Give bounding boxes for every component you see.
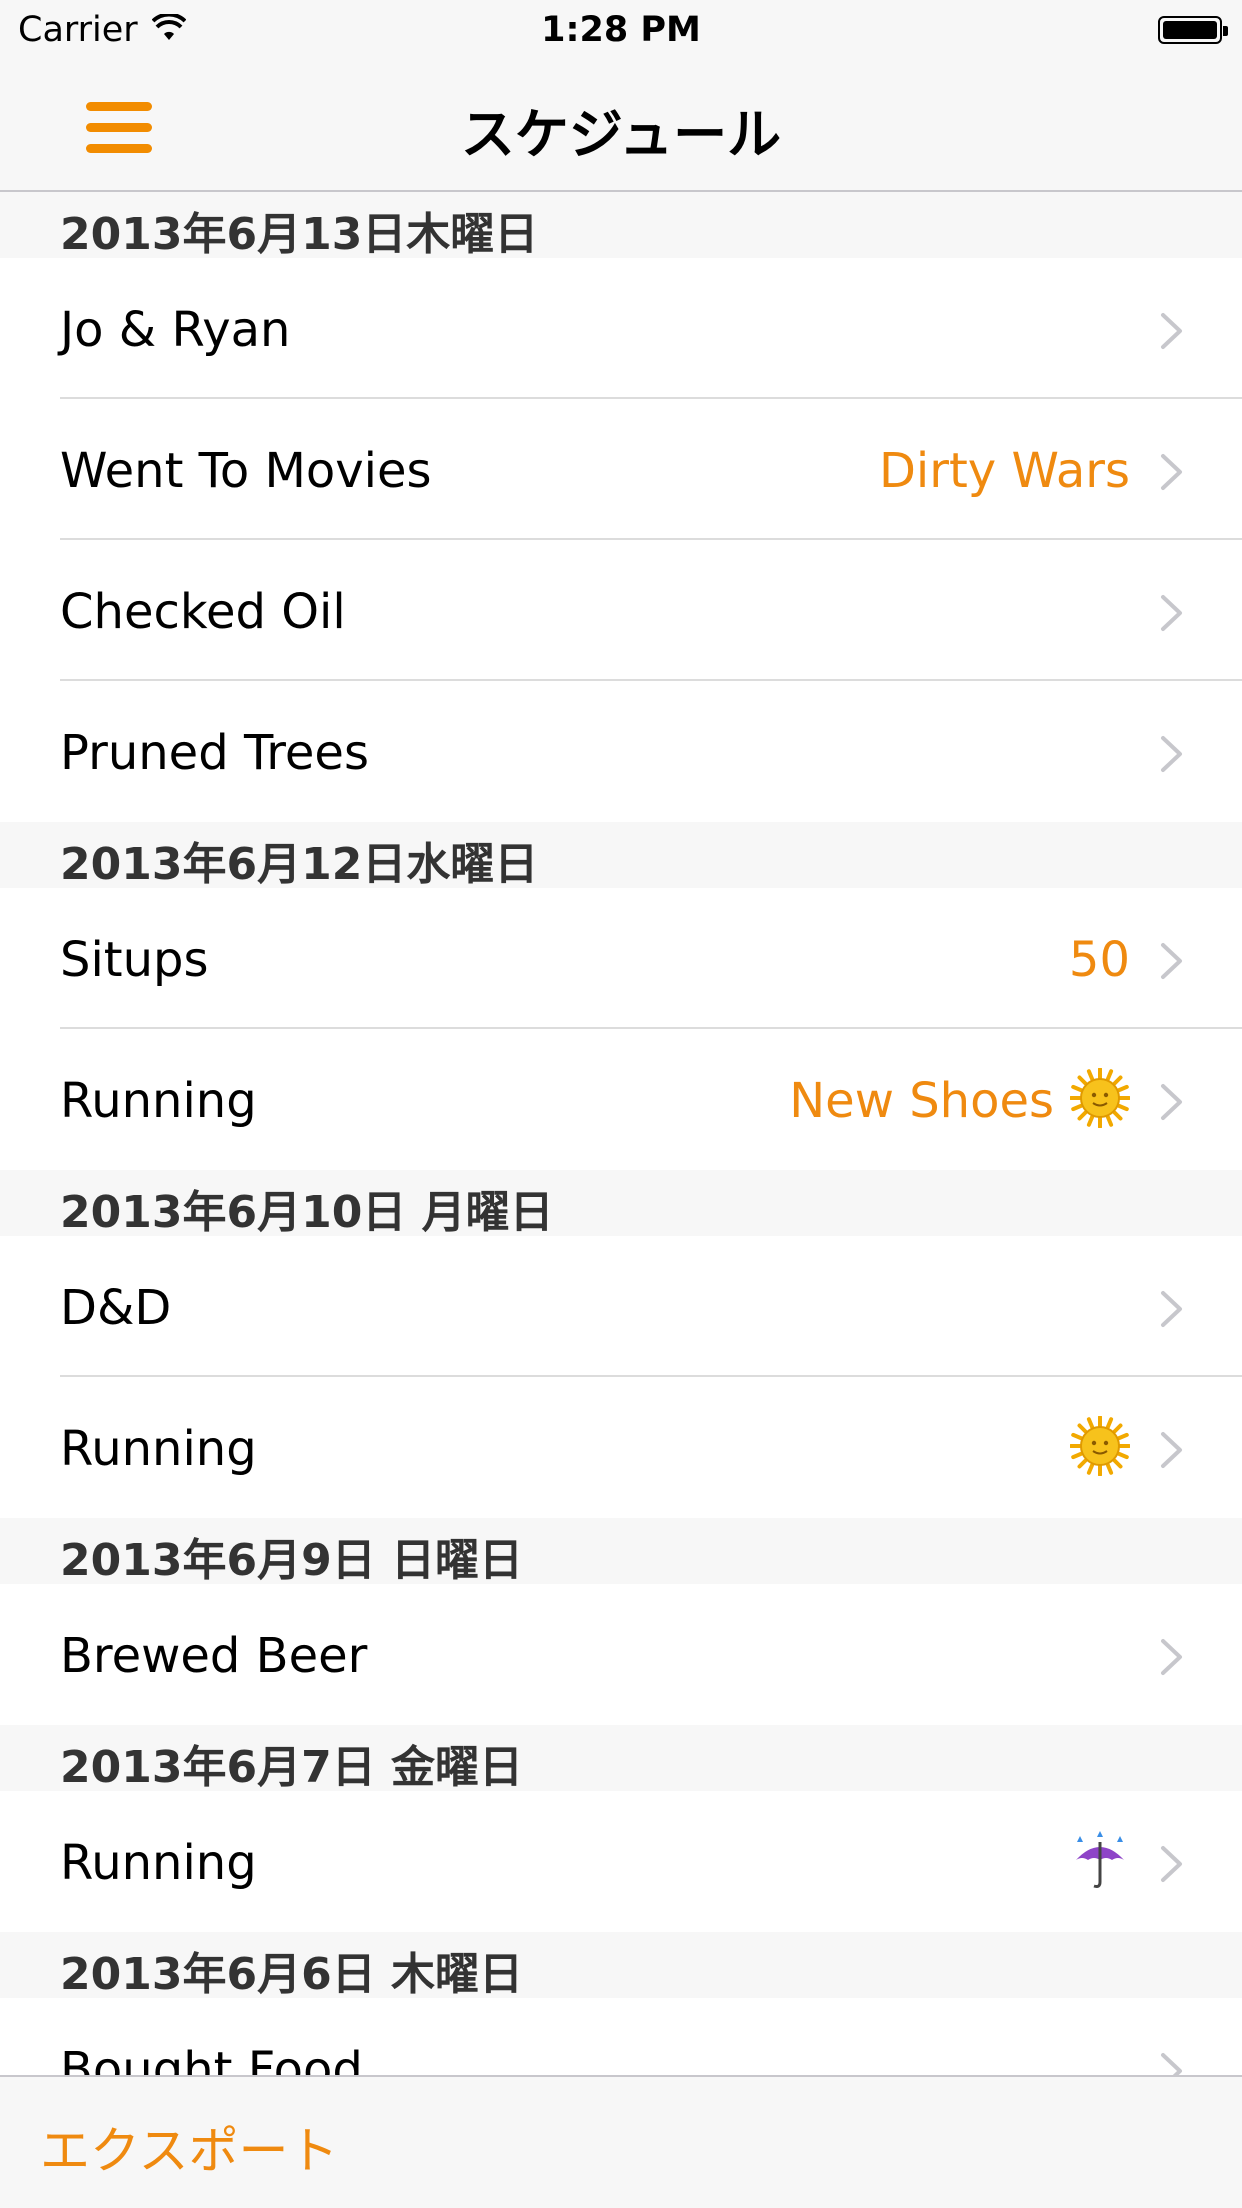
list-item[interactable]: Brewed Beer [0, 1584, 1242, 1725]
status-bar: Carrier 1:28 PM [0, 0, 1242, 64]
section-header: 2013年6月10日 月曜日 [0, 1170, 1242, 1238]
battery-icon [1158, 16, 1228, 44]
list-item[interactable]: Went To Movies Dirty Wars [0, 399, 1242, 540]
list-item[interactable]: Checked Oil [0, 540, 1242, 681]
section-header: 2013年6月9日 日曜日 [0, 1518, 1242, 1586]
item-title: Pruned Trees [60, 725, 369, 781]
chevron-right-icon [1161, 2053, 1182, 2075]
item-title: D&D [60, 1280, 172, 1336]
list-item[interactable]: D&D [0, 1236, 1242, 1377]
item-title: Running [60, 1421, 257, 1477]
export-button[interactable]: エクスポート [40, 2111, 339, 2183]
list-item[interactable]: Pruned Trees [0, 681, 1242, 822]
chevron-right-icon [1161, 1639, 1182, 1675]
sun-face-icon [1070, 1068, 1130, 1128]
bottom-toolbar: エクスポート [0, 2075, 1242, 2208]
schedule-list[interactable]: 2013年6月13日木曜日 Jo & Ryan Went To Movies Dirt… [0, 192, 1242, 2075]
item-title: Brewed Beer [60, 1628, 368, 1684]
section-header: 2013年6月7日 金曜日 [0, 1725, 1242, 1793]
list-item[interactable]: Running [0, 1377, 1242, 1518]
item-title: Jo & Ryan [60, 302, 291, 358]
section-header: 2013年6月6日 木曜日 [0, 1932, 1242, 2000]
section-date: 2013年6月12日水曜日 [60, 839, 539, 890]
section-date: 2013年6月7日 金曜日 [60, 1742, 524, 1793]
list-item[interactable]: Bought Food [0, 1998, 1242, 2075]
item-title: Checked Oil [60, 584, 346, 640]
section-header: 2013年6月13日木曜日 [0, 192, 1242, 260]
chevron-right-icon [1161, 1846, 1182, 1882]
umbrella-rain-icon [1076, 1831, 1124, 1888]
page-title: スケジュール [460, 103, 782, 166]
chevron-right-icon [1161, 1432, 1182, 1468]
item-title: Running [60, 1073, 257, 1129]
list-item[interactable]: Jo & Ryan [0, 258, 1242, 399]
chevron-right-icon [1161, 313, 1182, 349]
chevron-right-icon [1161, 736, 1182, 772]
section-date: 2013年6月9日 日曜日 [60, 1535, 524, 1586]
item-title: Situps [60, 932, 209, 988]
item-detail: Dirty Wars [878, 443, 1130, 499]
section-date: 2013年6月13日木曜日 [60, 209, 539, 260]
item-title: Running [60, 1835, 257, 1891]
chevron-right-icon [1161, 454, 1182, 490]
chevron-right-icon [1161, 1291, 1182, 1327]
chevron-right-icon [1161, 943, 1182, 979]
section-header: 2013年6月12日水曜日 [0, 822, 1242, 890]
clock-time: 1:28 PM [541, 10, 701, 50]
item-detail: New Shoes [789, 1073, 1054, 1129]
sun-face-icon [1070, 1416, 1130, 1476]
list-item[interactable]: Situps 50 [0, 888, 1242, 1029]
item-title: Went To Movies [60, 443, 432, 499]
navigation-bar: スケジュール [0, 64, 1242, 192]
section-date: 2013年6月6日 木曜日 [60, 1949, 524, 2000]
section-date: 2013年6月10日 月曜日 [60, 1187, 554, 1238]
chevron-right-icon [1161, 595, 1182, 631]
list-item[interactable]: Running [0, 1791, 1242, 1932]
list-item[interactable]: Running New Shoes [0, 1029, 1242, 1170]
chevron-right-icon [1161, 1084, 1182, 1120]
item-detail: 50 [1068, 932, 1130, 988]
item-title: Bought Food [60, 2042, 363, 2075]
